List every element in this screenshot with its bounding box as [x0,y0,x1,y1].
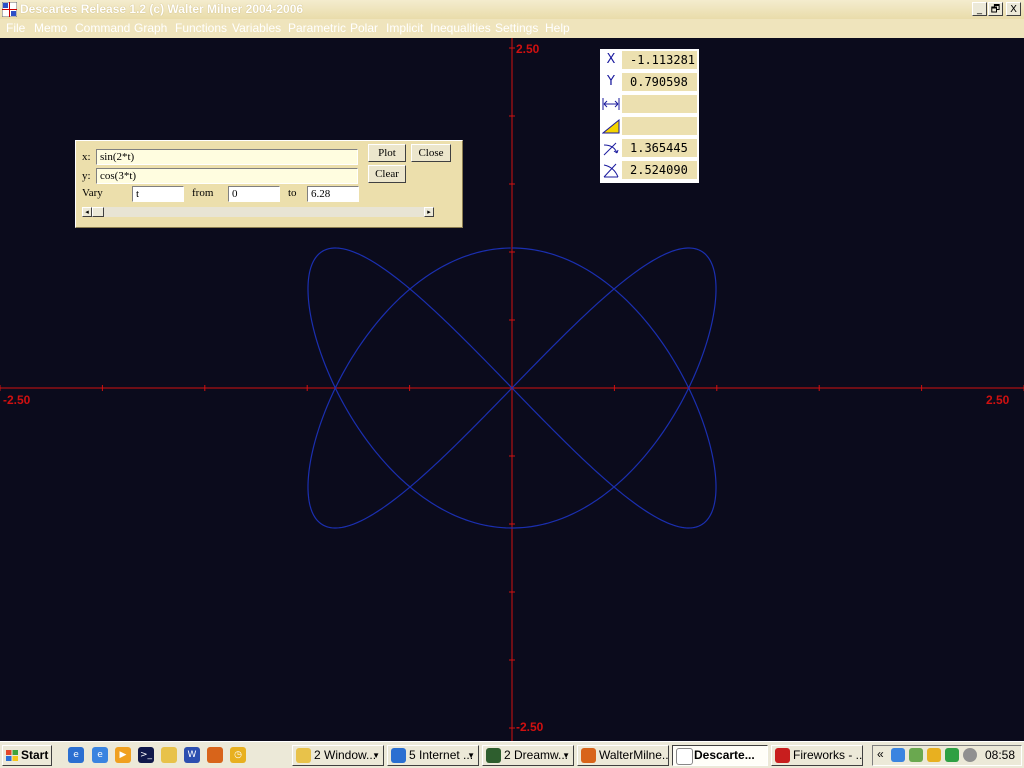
menu-polar[interactable]: Polar [350,21,378,35]
security-icon[interactable] [927,748,941,762]
from-label: from [192,187,214,199]
windows-logo-icon [6,750,18,761]
task-windows-explorer[interactable]: 2 Window... ▼ [292,745,384,766]
task-fireworks[interactable]: Fireworks - ... [771,745,863,766]
task-descartes[interactable]: Descarte... [672,745,768,766]
sector-value: 2.524090 [622,161,697,179]
width-icon [602,95,620,113]
x-expression-input[interactable]: sin(2*t) [96,149,358,165]
scroll-thumb[interactable] [92,207,104,217]
width-value [622,95,697,113]
vary-variable-input[interactable]: t [132,186,184,202]
vary-scrollbar[interactable]: ◂ ▸ [82,207,434,217]
y-coordinate-value: 0.790598 [622,73,697,91]
task-internet-explorer[interactable]: 5 Internet ... ▼ [387,745,479,766]
scroll-right-arrow[interactable]: ▸ [424,207,434,217]
parametric-dialog: x: sin(2*t) y: cos(3*t) Vary t from 0 to… [75,140,463,228]
clock-app-icon[interactable]: ◷ [230,747,246,763]
from-input[interactable]: 0 [228,186,280,202]
network-icon[interactable] [891,748,905,762]
restore-button[interactable]: 🗗 [988,2,1003,16]
chevron-down-icon: ▼ [467,751,475,760]
descartes-app-icon [2,2,17,17]
menu-implicit[interactable]: Implicit [386,21,423,35]
angle-sector-icon [602,161,620,179]
menu-memo[interactable]: Memo [34,21,67,35]
triangle-icon [601,117,620,135]
y-label: y: [82,170,91,182]
angle-value: 1.365445 [622,139,697,157]
menu-functions[interactable]: Functions [175,21,227,35]
vary-label: Vary [82,187,103,199]
tray-expand-icon[interactable]: « [877,747,884,761]
start-label: Start [21,748,49,762]
chevron-down-icon: ▼ [372,751,380,760]
coordinates-panel: X -1.113281 Y 0.790598 1.365445 2.524090 [600,49,699,183]
tray-app-icon[interactable] [909,748,923,762]
task-dreamweaver[interactable]: 2 Dreamw... ▼ [482,745,574,766]
menu-settings[interactable]: Settings [495,21,538,35]
y-expression-input[interactable]: cos(3*t) [96,168,358,184]
window-title: Descartes Release 1.2 (c) Walter Milner … [20,2,304,16]
volume-icon[interactable] [963,748,977,762]
close-button[interactable]: X [1006,2,1021,16]
menu-graph[interactable]: Graph [134,21,167,35]
menu-inequalities[interactable]: Inequalities [430,21,491,35]
plot-button[interactable]: Plot [368,144,406,162]
x-coordinate-value: -1.113281 [622,51,697,69]
update-icon[interactable] [945,748,959,762]
dreamweaver-icon [486,748,501,763]
x-coordinate-label: X [606,52,616,67]
descartes-icon [676,748,693,765]
title-bar: Descartes Release 1.2 (c) Walter Milner … [0,0,1024,20]
fireworks-icon [775,748,790,763]
terminal-icon[interactable]: >_ [138,747,154,763]
x-label: x: [82,151,91,163]
axis-label-bottom: -2.50 [516,720,544,734]
folder-quicklaunch-icon[interactable] [161,747,177,763]
firefox-icon [581,748,596,763]
close-dialog-button[interactable]: Close [411,144,451,162]
axis-label-right: 2.50 [986,393,1010,407]
y-coordinate-label: Y [607,74,615,89]
angle-arc-icon [602,139,620,157]
menu-file[interactable]: File [6,21,25,35]
start-button[interactable]: Start [2,745,52,766]
slope-value [622,117,697,135]
word-icon[interactable]: W [184,747,200,763]
menu-bar: File Memo Command Graph Functions Variab… [0,19,1024,38]
ie-icon [391,748,406,763]
clear-button[interactable]: Clear [368,165,406,183]
scroll-left-arrow[interactable]: ◂ [82,207,92,217]
to-label: to [288,187,297,199]
media-player-icon[interactable]: ▶ [115,747,131,763]
to-input[interactable]: 6.28 [307,186,359,202]
system-tray: « 08:58 [872,745,1022,766]
task-firefox[interactable]: WalterMilne... [577,745,669,766]
axis-label-left: -2.50 [3,393,31,407]
firefox-quicklaunch-icon[interactable] [207,747,223,763]
chevron-down-icon: ▼ [562,751,570,760]
axis-label-top: 2.50 [516,42,540,56]
menu-help[interactable]: Help [545,21,570,35]
ie-alt-quicklaunch-icon[interactable]: e [92,747,108,763]
menu-variables[interactable]: Variables [232,21,281,35]
ie-quicklaunch-icon[interactable]: e [68,747,84,763]
taskbar: Start e e ▶ >_ W ◷ 2 Window... ▼ 5 Intern… [0,741,1024,768]
minimize-button[interactable]: _ [972,2,987,16]
menu-parametric[interactable]: Parametric [288,21,346,35]
menu-command[interactable]: Command [75,21,130,35]
folder-icon [296,748,311,763]
clock: 08:58 [984,748,1015,762]
